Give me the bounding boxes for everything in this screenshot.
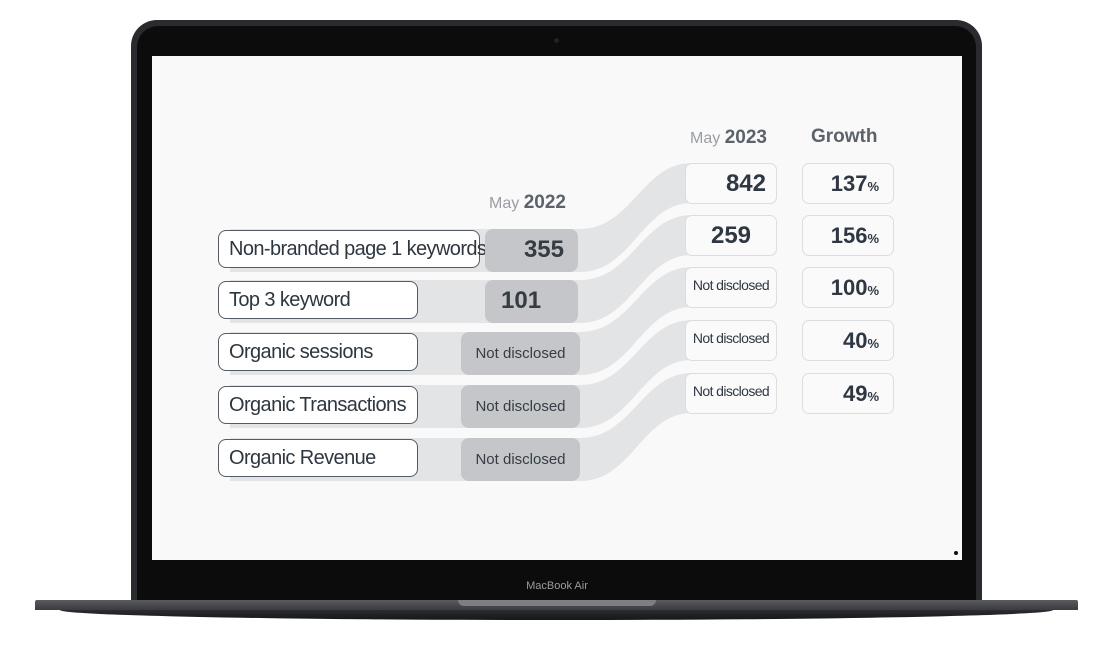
growth-value: 49% [802, 373, 894, 414]
value-may-2023: Not disclosed [685, 320, 777, 361]
growth-value: 137% [802, 163, 894, 204]
value-may-2023: 259 [685, 215, 777, 256]
laptop-base-bottom [60, 610, 1053, 620]
growth-unit: % [867, 231, 879, 246]
header-may-2022: May 2022 [489, 192, 566, 214]
growth-unit: % [867, 179, 879, 194]
growth-value: 40% [802, 320, 894, 361]
metric-label: Organic sessions [218, 333, 418, 371]
growth-number: 137 [830, 171, 868, 196]
growth-value: 156% [802, 215, 894, 256]
growth-number: 49 [842, 381, 868, 406]
growth-number: 100 [830, 275, 868, 300]
value-may-2023: Not disclosed [685, 373, 777, 414]
growth-number: 40 [842, 328, 868, 353]
growth-unit: % [867, 283, 879, 298]
header-growth-label: Growth [811, 126, 878, 147]
value-may-2022: 355 [485, 229, 578, 272]
growth-unit: % [867, 336, 879, 351]
header-may-2023: May 2023 [690, 127, 767, 149]
metric-label: Organic Revenue [218, 439, 418, 477]
header-year: 2023 [724, 127, 767, 148]
metric-label: Organic Transactions [218, 386, 418, 424]
value-may-2022: Not disclosed [461, 332, 580, 375]
value-may-2022: 101 [485, 280, 578, 323]
value-may-2023: Not disclosed [685, 267, 777, 308]
laptop-screen: May 2022 May 2023 Growth Non-branded pag… [152, 56, 962, 560]
header-year: 2022 [523, 192, 566, 213]
camera-icon [554, 38, 559, 43]
value-may-2022: Not disclosed [461, 385, 580, 428]
header-growth: Growth [811, 126, 878, 148]
metric-label: Non-branded page 1 keywords [218, 230, 487, 268]
header-month: May [489, 195, 520, 212]
growth-number: 156 [830, 223, 868, 248]
laptop-hinge-notch [458, 600, 656, 606]
value-may-2022: Not disclosed [461, 438, 580, 481]
growth-value: 100% [802, 267, 894, 308]
device-brand-label: MacBook Air [526, 580, 588, 592]
value-may-2023: 842 [685, 163, 777, 204]
growth-unit: % [867, 389, 879, 404]
metric-label: Top 3 keyword [218, 281, 418, 319]
header-month: May [690, 130, 721, 147]
screen-dot [954, 551, 958, 555]
